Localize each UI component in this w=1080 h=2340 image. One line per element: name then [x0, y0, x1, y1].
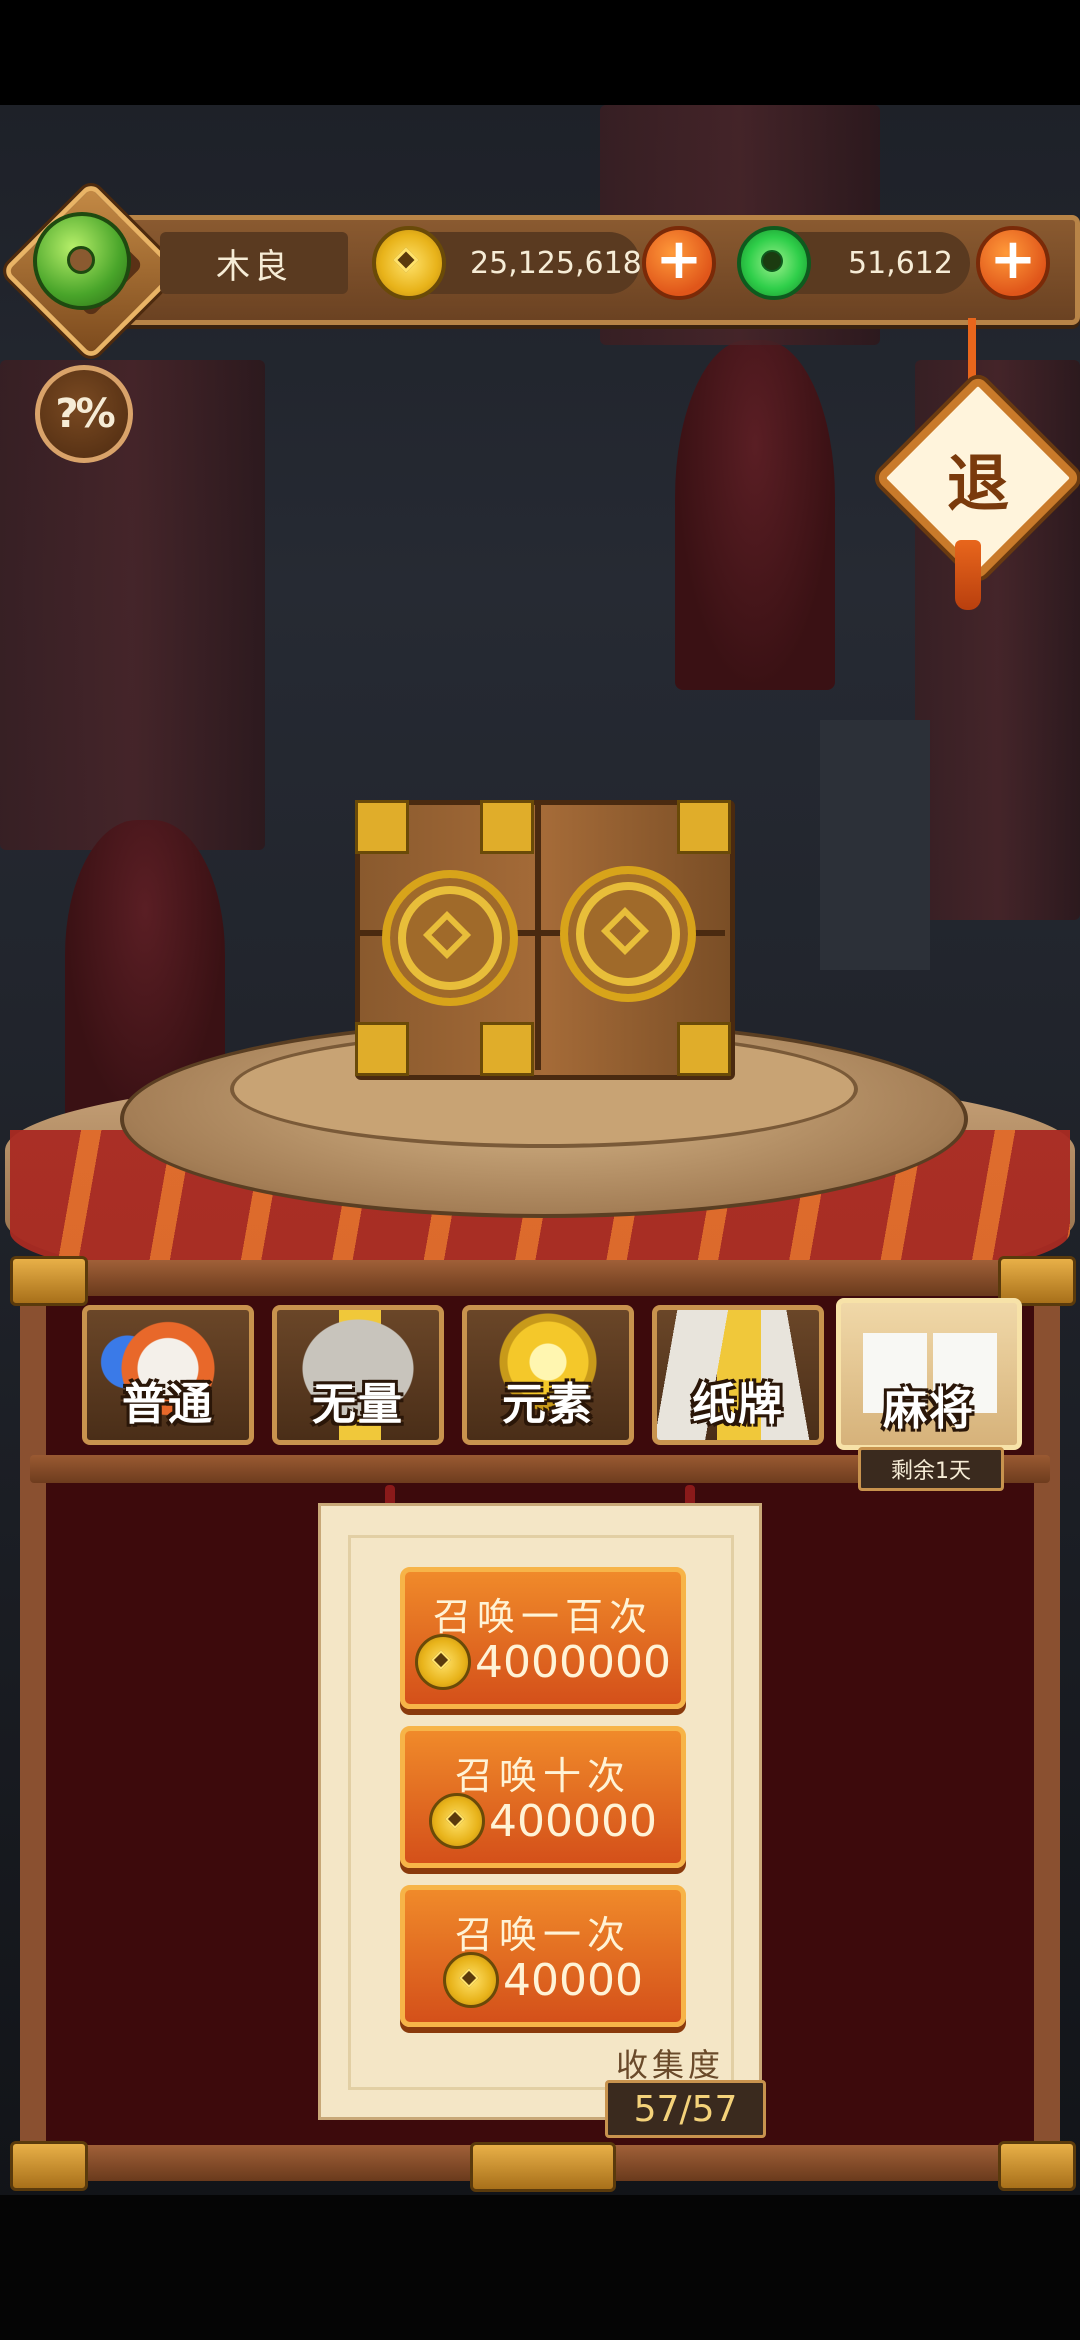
game-screen: 木良 25,125,618 + 51,612 + ?% 退 普通 无量 元素 纸… — [0, 0, 1080, 2340]
add-coins-button[interactable]: + — [642, 226, 716, 300]
jade-currency-icon — [737, 226, 811, 300]
rail-cap — [10, 2141, 88, 2191]
coin-icon — [429, 1793, 486, 1849]
box-corner — [480, 1022, 534, 1076]
tab-infinite[interactable]: 无量 — [272, 1305, 444, 1445]
background-pillar — [820, 720, 930, 970]
rail-cap — [10, 1256, 88, 1306]
box-coin-emblem-right — [560, 866, 696, 1002]
navigation-bar-area — [0, 2195, 1080, 2340]
status-bar-area — [0, 0, 1080, 105]
avatar-jade-icon — [33, 212, 131, 310]
tab-label: 无量 — [312, 1379, 404, 1430]
tab-cards[interactable]: 纸牌 — [652, 1305, 824, 1445]
player-name: 木良 — [160, 232, 348, 294]
summon-100-button[interactable]: 召唤一百次 4000000 — [400, 1567, 686, 1709]
summon-cost-value: 40000 — [503, 1954, 643, 2006]
panel-hinge — [470, 2142, 616, 2192]
box-corner — [355, 1022, 409, 1076]
tab-normal[interactable]: 普通 — [82, 1305, 254, 1445]
coin-amount: 25,125,618 — [470, 245, 642, 281]
coin-icon — [415, 1634, 472, 1690]
exit-tassel — [955, 540, 981, 610]
summon-title: 召唤一百次 — [432, 1595, 653, 1639]
jade-amount: 51,612 — [848, 245, 953, 281]
box-corner — [355, 800, 409, 854]
panel-top-rail — [10, 1260, 1070, 1296]
collection-value: 57/57 — [605, 2080, 766, 2138]
summon-cost-value: 4000000 — [475, 1636, 671, 1688]
summon-10-button[interactable]: 召唤十次 400000 — [400, 1726, 686, 1868]
rail-cap — [998, 2141, 1076, 2191]
mystery-box-edge — [535, 800, 541, 1070]
box-coin-emblem-left — [382, 870, 518, 1006]
summon-cost: 4000000 — [405, 1634, 681, 1690]
tab-label: 纸牌 — [692, 1379, 784, 1430]
summon-cost: 40000 — [405, 1952, 681, 2008]
odds-button[interactable]: ?% — [35, 365, 133, 463]
box-corner — [677, 1022, 731, 1076]
summon-title: 召唤一次 — [454, 1913, 631, 1957]
summon-cost: 400000 — [405, 1793, 681, 1849]
summon-title: 召唤十次 — [454, 1754, 631, 1798]
tab-mahjong[interactable]: 麻将 — [836, 1298, 1022, 1450]
tab-label: 元素 — [502, 1379, 594, 1430]
coin-icon — [443, 1952, 499, 2008]
add-jade-button[interactable]: + — [976, 226, 1050, 300]
tab-label: 普通 — [122, 1379, 214, 1430]
summon-1-button[interactable]: 召唤一次 40000 — [400, 1885, 686, 2027]
tab-remaining-badge: 剩余1天 — [858, 1447, 1004, 1491]
box-corner — [677, 800, 731, 854]
summon-cost-value: 400000 — [489, 1795, 657, 1847]
coin-icon — [372, 226, 446, 300]
exit-button[interactable]: 退 — [905, 405, 1051, 551]
background-bell-center — [675, 340, 835, 690]
tab-element[interactable]: 元素 — [462, 1305, 634, 1445]
box-corner — [480, 800, 534, 854]
tab-label: 麻将 — [883, 1384, 975, 1435]
